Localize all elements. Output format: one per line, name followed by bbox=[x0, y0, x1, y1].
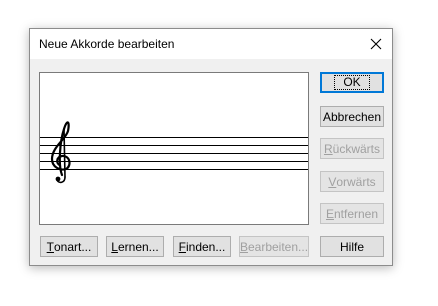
help-button-label: Hilfe bbox=[339, 239, 364, 254]
cancel-button[interactable]: Abbrechen bbox=[320, 106, 384, 127]
edit-button-mnemonic: B bbox=[239, 239, 248, 254]
back-button[interactable]: Rückwärts bbox=[320, 138, 384, 159]
back-button-label: ückwärts bbox=[332, 141, 380, 156]
find-button-mnemonic: F bbox=[178, 239, 186, 254]
key-button[interactable]: Tonart... bbox=[40, 236, 98, 257]
remove-button-mnemonic: E bbox=[325, 206, 334, 221]
back-button-mnemonic: R bbox=[323, 141, 333, 156]
ok-button-label: OK bbox=[334, 75, 370, 90]
remove-button[interactable]: Entfernen bbox=[320, 203, 384, 224]
ok-button[interactable]: OK bbox=[320, 72, 384, 93]
learn-button-mnemonic: L bbox=[111, 239, 118, 254]
key-button-label: onart... bbox=[53, 239, 92, 254]
key-button-mnemonic: T bbox=[46, 239, 54, 254]
staff-display[interactable] bbox=[39, 72, 309, 225]
music-staff bbox=[40, 121, 308, 184]
find-button-label: inden... bbox=[185, 239, 226, 254]
forward-button-mnemonic: V bbox=[328, 174, 337, 189]
edit-button[interactable]: Bearbeiten... bbox=[239, 236, 309, 257]
title-bar: Neue Akkorde bearbeiten bbox=[30, 29, 392, 59]
dialog-title: Neue Akkorde bearbeiten bbox=[39, 37, 175, 51]
remove-button-label: ntfernen bbox=[333, 206, 379, 221]
cancel-button-label: Abbrechen bbox=[322, 109, 382, 124]
find-button[interactable]: Finden... bbox=[173, 236, 231, 257]
edit-chords-dialog: Neue Akkorde bearbeiten OK Abbrechen R ü… bbox=[29, 28, 393, 266]
learn-button-label: ernen... bbox=[117, 239, 159, 254]
forward-button[interactable]: Vorwärts bbox=[320, 171, 384, 192]
help-button[interactable]: Hilfe bbox=[320, 236, 384, 257]
forward-button-label: orwärts bbox=[336, 174, 376, 189]
learn-button[interactable]: Lernen... bbox=[106, 236, 164, 257]
edit-button-label: earbeiten... bbox=[247, 239, 309, 254]
treble-clef-icon bbox=[50, 121, 71, 184]
staff-lines bbox=[40, 137, 308, 170]
close-icon bbox=[370, 38, 382, 50]
close-button[interactable] bbox=[364, 32, 388, 56]
